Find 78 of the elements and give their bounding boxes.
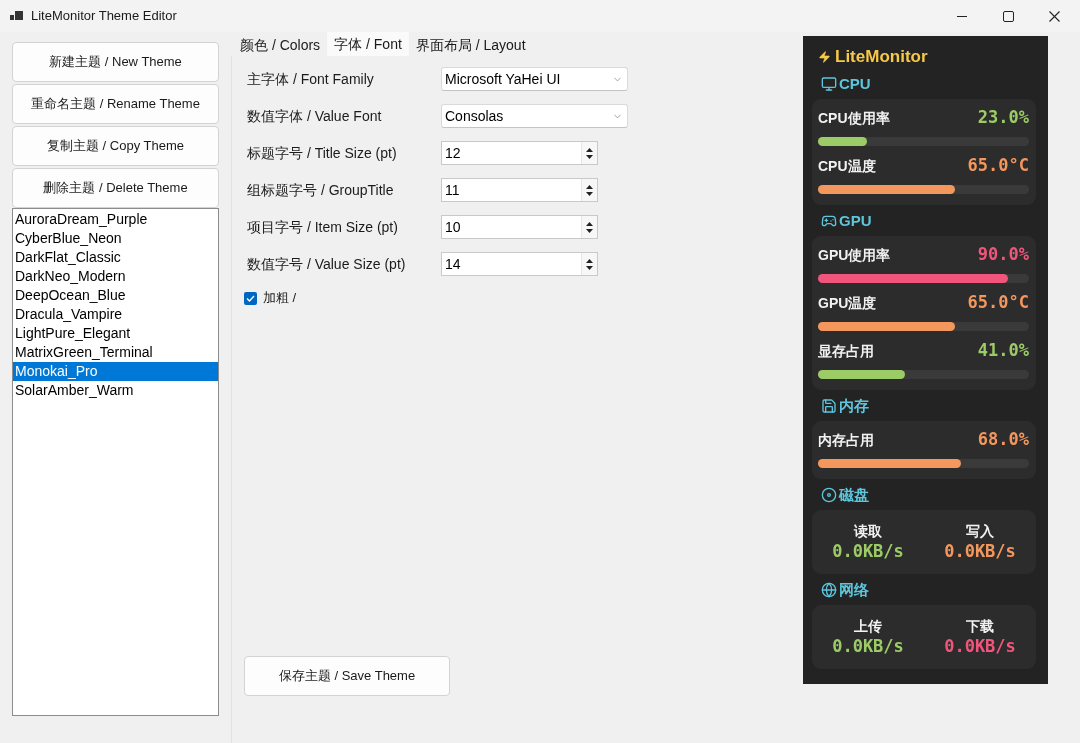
app-title: LiteMonitor — [835, 46, 928, 69]
down-arrow-icon[interactable] — [586, 191, 593, 196]
group-title: 磁盘 — [839, 484, 869, 505]
sidebar-button[interactable]: 复制主题 / Copy Theme — [12, 126, 219, 166]
group-icon — [821, 76, 837, 92]
metric-value: 65.0°C — [967, 154, 1029, 178]
metric-value: 68.0% — [977, 428, 1029, 452]
metric-value: 23.0% — [977, 106, 1029, 130]
field-label: 数值字体 / Value Font — [247, 106, 383, 126]
number-spinner[interactable]: 12 — [441, 141, 598, 165]
theme-list-item[interactable]: DarkNeo_Modern — [13, 267, 218, 286]
io-value: 0.0KB/s — [944, 636, 1016, 658]
io-value: 0.0KB/s — [832, 636, 904, 658]
number-spinner[interactable]: 14 — [441, 252, 598, 276]
group-icon — [821, 487, 837, 503]
group-title: 网络 — [839, 579, 869, 600]
sidebar-button[interactable]: 新建主题 / New Theme — [12, 42, 219, 82]
group-icon — [821, 213, 837, 229]
metric-label: GPU使用率 — [818, 245, 891, 265]
io-value: 0.0KB/s — [944, 541, 1016, 563]
tab[interactable]: 颜色 / Colors — [233, 34, 328, 56]
checkbox[interactable] — [244, 291, 257, 305]
theme-list-item[interactable]: DarkFlat_Classic — [13, 248, 218, 267]
theme-list-item[interactable]: CyberBlue_Neon — [13, 229, 218, 248]
down-arrow-icon[interactable] — [586, 265, 593, 270]
group-title: 内存 — [839, 395, 869, 416]
field-label: 主字体 / Font Family — [247, 69, 375, 89]
metric-value: 65.0°C — [967, 291, 1029, 315]
checkbox-label: 加粗 / — [263, 289, 297, 308]
down-arrow-icon[interactable] — [586, 154, 593, 159]
metric-label: CPU使用率 — [818, 108, 890, 128]
dropdown-field[interactable]: Microsoft YaHei UI — [441, 67, 628, 91]
theme-list-item[interactable]: MatrixGreen_Terminal — [13, 343, 218, 362]
tab[interactable]: 字体 / Font — [327, 32, 409, 56]
field-label: 项目字号 / Item Size (pt) — [247, 217, 399, 237]
io-label: 读取 — [854, 521, 882, 541]
dropdown-field[interactable]: Consolas — [441, 104, 628, 128]
theme-list-item[interactable]: LightPure_Elegant — [13, 324, 218, 343]
lightning-icon — [818, 49, 831, 65]
sidebar-button[interactable]: 删除主题 / Delete Theme — [12, 168, 219, 208]
up-arrow-icon[interactable] — [586, 184, 593, 189]
up-arrow-icon[interactable] — [586, 258, 593, 263]
field-label: 数值字号 / Value Size (pt) — [247, 254, 407, 274]
group-icon — [821, 398, 837, 414]
window-title: LiteMonitor Theme Editor — [31, 7, 177, 26]
group-title: GPU — [839, 210, 872, 231]
io-label: 写入 — [966, 521, 994, 541]
theme-list-item[interactable]: DeepOcean_Blue — [13, 286, 218, 305]
close-icon — [1048, 10, 1060, 22]
maximize-icon — [1002, 10, 1014, 22]
tab[interactable]: 界面布局 / Layout — [408, 34, 533, 56]
theme-list-item[interactable]: Monokai_Pro — [13, 362, 218, 381]
group-title: CPU — [839, 73, 871, 94]
metric-label: 内存占用 — [818, 430, 874, 450]
field-label: 标题字号 / Title Size (pt) — [247, 143, 398, 163]
save-button[interactable]: 保存主题 / Save Theme — [244, 656, 450, 696]
checkmark-icon — [246, 294, 255, 302]
number-spinner[interactable]: 10 — [441, 215, 598, 239]
group-icon — [821, 582, 837, 598]
io-label: 上传 — [854, 616, 882, 636]
theme-list-item[interactable]: AuroraDream_Purple — [13, 210, 218, 229]
metric-value: 41.0% — [977, 339, 1029, 363]
field-label: 组标题字号 / GroupTitle — [247, 180, 395, 200]
metric-value: 90.0% — [977, 243, 1029, 267]
app-icon — [10, 10, 23, 22]
down-arrow-icon[interactable] — [586, 228, 593, 233]
metric-label: CPU温度 — [818, 156, 876, 176]
theme-list-item[interactable]: Dracula_Vampire — [13, 305, 218, 324]
number-spinner[interactable]: 11 — [441, 178, 598, 202]
sidebar-button[interactable]: 重命名主题 / Rename Theme — [12, 84, 219, 124]
metric-label: 显存占用 — [818, 341, 874, 361]
theme-list-item[interactable]: SolarAmber_Warm — [13, 381, 218, 400]
up-arrow-icon[interactable] — [586, 221, 593, 226]
minimize-icon — [957, 15, 967, 17]
io-value: 0.0KB/s — [832, 541, 904, 563]
metric-label: GPU温度 — [818, 293, 877, 313]
up-arrow-icon[interactable] — [586, 147, 593, 152]
io-label: 下载 — [966, 616, 994, 636]
